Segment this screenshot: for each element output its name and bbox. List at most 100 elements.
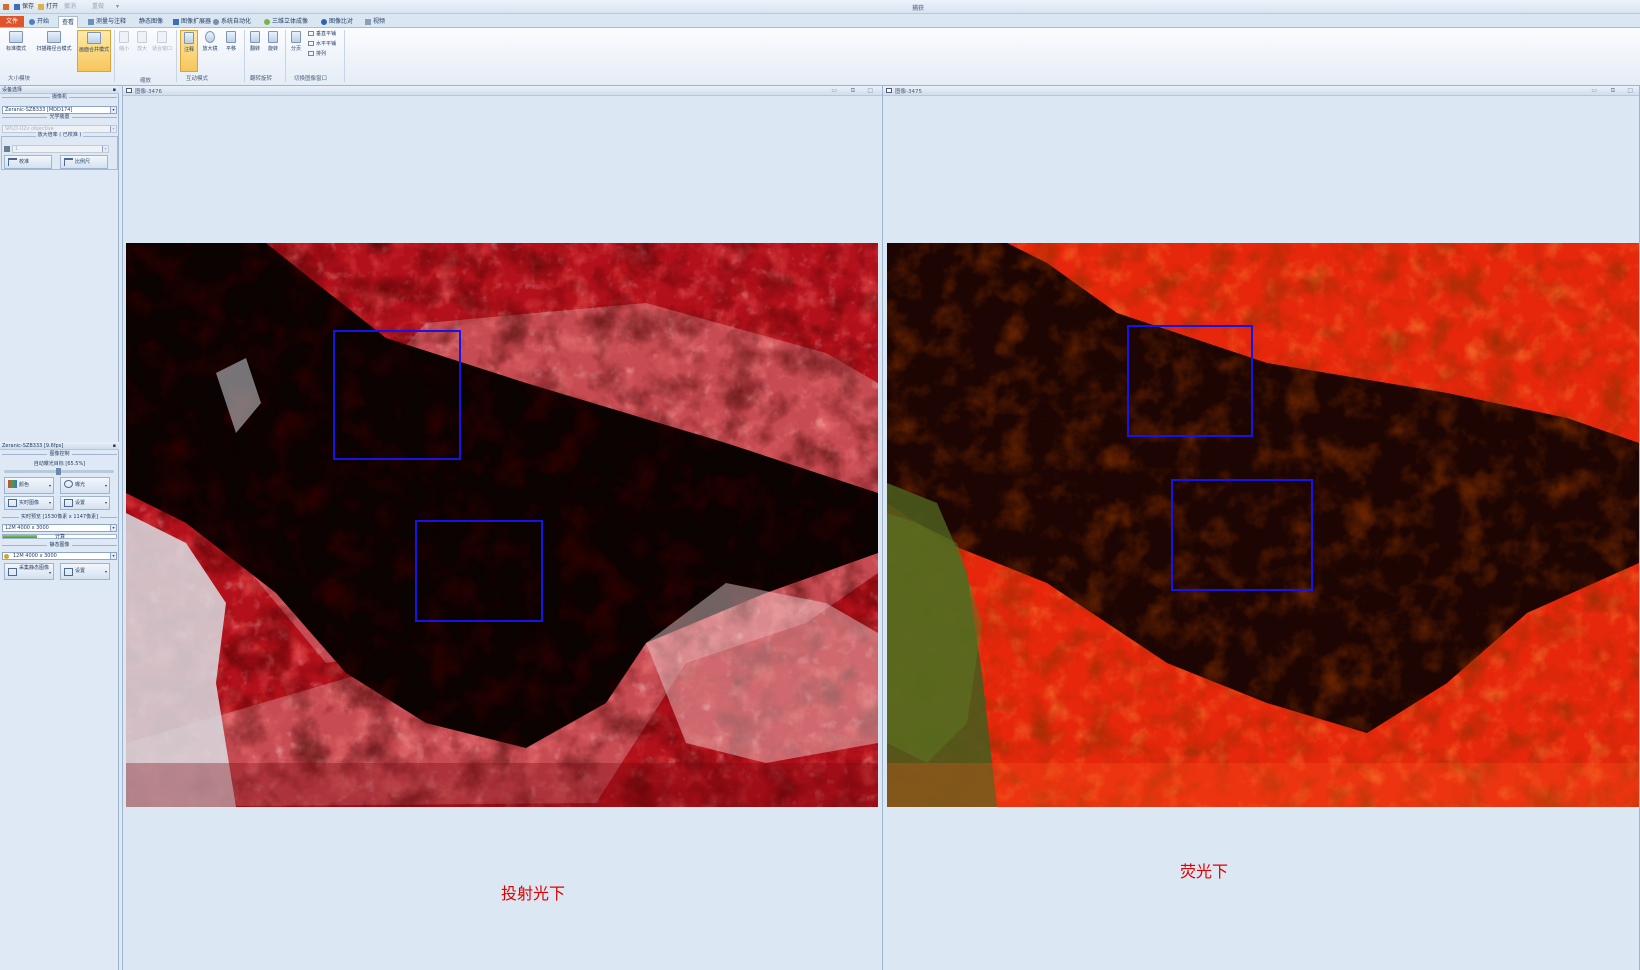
home-icon bbox=[29, 18, 35, 25]
rotate-button[interactable]: 旋转 bbox=[265, 30, 281, 70]
rotate-icon bbox=[268, 31, 278, 43]
folder-icon bbox=[38, 3, 44, 10]
live-resolution-select[interactable]: 12M 4000 x 3000 ▾ bbox=[2, 524, 117, 532]
arrange-icon bbox=[308, 51, 314, 56]
capture-still-button[interactable]: 采集静态图像 ▾ bbox=[4, 563, 54, 580]
color-button[interactable]: 颜色 ▾ bbox=[4, 477, 54, 494]
progress-label: 计算 bbox=[55, 534, 66, 540]
zoom-in-button[interactable]: 放大 bbox=[134, 30, 150, 70]
chevron-down-icon: ▾ bbox=[110, 126, 116, 132]
open-button[interactable]: 打开 bbox=[38, 3, 58, 11]
tabbed-button[interactable]: 分页 bbox=[288, 30, 304, 70]
magnification-select[interactable]: 1 ▾ bbox=[12, 145, 109, 153]
progress-fill bbox=[3, 535, 37, 538]
tab-home[interactable]: 开始 bbox=[26, 16, 52, 27]
lock-icon bbox=[4, 146, 10, 152]
auto-exposure-label: 自动曝光目标 [65.5%] bbox=[33, 461, 86, 467]
save-button[interactable]: 保存 bbox=[14, 3, 34, 11]
gear-icon bbox=[213, 18, 219, 25]
tab-automation[interactable]: 系统自动化 bbox=[210, 16, 254, 27]
pan-button[interactable]: 平移 bbox=[222, 30, 240, 70]
minimize-icon[interactable]: ▭ bbox=[831, 87, 837, 94]
tab-measure[interactable]: 测量与注释 bbox=[85, 16, 129, 27]
image-pane-right[interactable]: 图像-3475 ▭ ⧉ □ 荧光下 bbox=[882, 86, 1640, 970]
camera-select[interactable]: Zeranic-SZB333 [MDD174] ▾ bbox=[2, 106, 117, 114]
scale-bar-button[interactable]: 比例尺 bbox=[60, 155, 108, 169]
scan-path-mode-button[interactable]: 扫描路径合模式 bbox=[32, 30, 76, 70]
image-icon bbox=[886, 88, 892, 93]
tab-video[interactable]: 视频 bbox=[362, 16, 388, 27]
zoom-out-button[interactable]: 缩小 bbox=[116, 30, 132, 70]
restore-icon[interactable]: ⧉ bbox=[851, 87, 855, 95]
window-title: 捕获 bbox=[912, 5, 925, 12]
tile-horizontal-button[interactable]: 水平平铺 bbox=[308, 40, 336, 49]
still-settings-button[interactable]: 设置 ▾ bbox=[60, 563, 110, 580]
still-resolution-select[interactable]: 12M 4000 x 3000 ▾ bbox=[2, 552, 117, 560]
quick-access-dropdown-icon[interactable]: ▾ bbox=[116, 3, 119, 11]
merge-mode-button[interactable]: 画面合并模式 bbox=[77, 30, 111, 72]
flip-button[interactable]: 翻转 bbox=[247, 30, 263, 70]
chevron-down-icon: ▾ bbox=[110, 553, 116, 559]
tab-compare[interactable]: 图像比对 bbox=[318, 16, 356, 27]
minimize-icon[interactable]: ▭ bbox=[1591, 87, 1597, 94]
slider-handle[interactable] bbox=[56, 468, 61, 475]
left-panel: 设备选择 ▪ 摄像机 Zeranic-SZB333 [MDD174] ▾ 光学装置 … bbox=[0, 86, 119, 970]
tab-still-image[interactable]: 静态图像 bbox=[136, 16, 166, 27]
settings-button[interactable]: 设置 ▾ bbox=[60, 496, 110, 510]
zoom-in-icon bbox=[137, 31, 147, 43]
redo-button[interactable]: 重做 bbox=[92, 3, 104, 11]
hand-icon bbox=[226, 31, 236, 43]
ruler-icon bbox=[88, 18, 94, 25]
roi-box[interactable] bbox=[1171, 479, 1313, 591]
maximize-icon[interactable]: □ bbox=[1627, 87, 1633, 94]
tab-view[interactable]: 查看 bbox=[58, 16, 79, 28]
annotate-button[interactable]: 注释 bbox=[180, 30, 198, 72]
roi-box[interactable] bbox=[415, 520, 543, 622]
standard-mode-button[interactable]: 标准模式 bbox=[2, 30, 30, 70]
tile-vertical-icon bbox=[308, 31, 314, 36]
live-res-group-title: 实时预览 [1530像素 x 1147像素] bbox=[2, 514, 117, 524]
roi-box[interactable] bbox=[1127, 325, 1253, 437]
tile-vertical-button[interactable]: 垂直平铺 bbox=[308, 30, 336, 39]
arrange-button[interactable]: 排列 bbox=[308, 50, 326, 59]
calibrate-icon bbox=[8, 158, 17, 166]
magnifier-button[interactable]: 放大镜 bbox=[200, 30, 220, 70]
tile-horizontal-icon bbox=[308, 41, 314, 46]
group-label-interact: 互动模式 bbox=[186, 76, 209, 82]
title-bar: 保存 打开 撤消 重做 ▾ 捕获 bbox=[0, 0, 1640, 14]
dropdown-arrow-icon: ▾ bbox=[48, 500, 51, 505]
tab-image-extender[interactable]: 图像扩展器 bbox=[170, 16, 214, 27]
image-pane-left[interactable]: 图像-3476 ▭ ⧉ □ 投射光下 bbox=[122, 86, 884, 970]
tab-file[interactable]: 文件 bbox=[0, 16, 24, 27]
device-panel-header: 设备选择 ▪ bbox=[0, 86, 119, 94]
color-icon bbox=[8, 480, 17, 488]
roi-box[interactable] bbox=[333, 330, 461, 460]
live-image-button[interactable]: 实时图像 ▾ bbox=[4, 496, 54, 510]
calibrate-button[interactable]: 校准 bbox=[4, 155, 52, 169]
restore-icon[interactable]: ⧉ bbox=[1611, 87, 1615, 95]
pin-icon[interactable]: ▪ bbox=[113, 442, 116, 450]
undo-button[interactable]: 撤消 bbox=[64, 3, 76, 11]
image-icon bbox=[126, 88, 132, 93]
compare-icon bbox=[321, 18, 327, 25]
pin-icon[interactable]: ▪ bbox=[113, 86, 116, 94]
live-image-icon bbox=[8, 499, 17, 507]
pane-header: 图像-3476 ▭ ⧉ □ bbox=[123, 86, 883, 96]
flip-icon bbox=[250, 31, 260, 43]
dropdown-arrow-icon: ▾ bbox=[48, 483, 51, 488]
exposure-button[interactable]: 曝光 ▾ bbox=[60, 477, 110, 494]
save-icon bbox=[14, 3, 20, 10]
pane-title: 图像-3476 bbox=[135, 89, 162, 95]
tab-3d[interactable]: 三维立体成像 bbox=[261, 16, 311, 27]
group-separator bbox=[176, 30, 177, 82]
exposure-slider[interactable] bbox=[4, 468, 114, 475]
magnifier-icon bbox=[205, 31, 215, 43]
merge-mode-icon bbox=[87, 32, 101, 44]
group-separator bbox=[344, 30, 345, 82]
leaf-icon bbox=[264, 18, 270, 25]
fit-window-button[interactable]: 适合窗口 bbox=[152, 30, 172, 70]
app-menu-icon[interactable] bbox=[3, 3, 11, 11]
group-separator bbox=[114, 30, 115, 82]
still-group-title: 静态图像 bbox=[2, 542, 117, 552]
maximize-icon[interactable]: □ bbox=[867, 87, 873, 94]
